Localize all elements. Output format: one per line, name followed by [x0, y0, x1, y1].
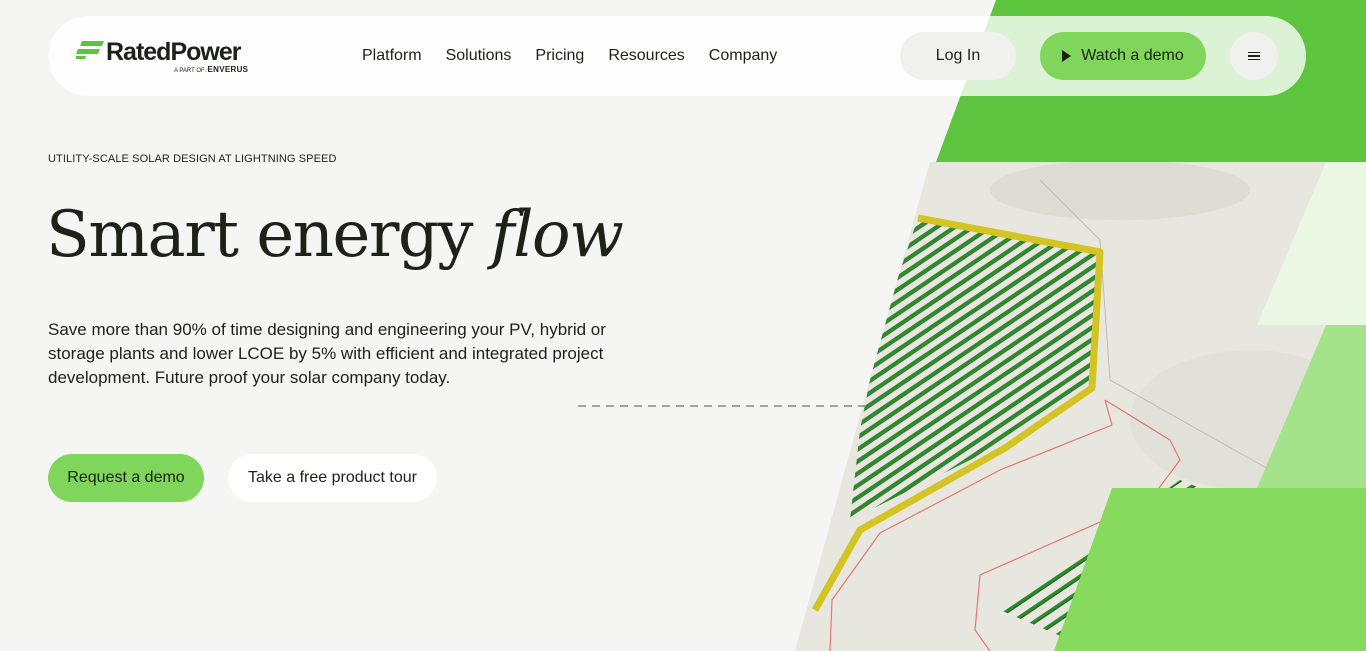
- logo-sub-prefix: A PART OF: [174, 68, 205, 74]
- logo-mark-icon: [76, 41, 104, 59]
- watch-demo-button[interactable]: Watch a demo: [1040, 32, 1206, 80]
- hero-description: Save more than 90% of time designing and…: [48, 320, 606, 387]
- play-icon: [1062, 50, 1072, 62]
- nav-item-platform[interactable]: Platform: [362, 47, 422, 65]
- ratedpower-logo[interactable]: RatedPower A PART OF ∕ENVERUS: [76, 38, 248, 74]
- site-header: RatedPower A PART OF ∕ENVERUS Platform S…: [48, 16, 1306, 96]
- hero-eyebrow: UTILITY-SCALE SOLAR DESIGN AT LIGHTNING …: [48, 153, 337, 165]
- request-demo-button[interactable]: Request a demo: [48, 454, 204, 502]
- nav-item-resources[interactable]: Resources: [608, 47, 684, 65]
- nav-item-solutions[interactable]: Solutions: [446, 47, 512, 65]
- hamburger-icon: [1248, 52, 1260, 60]
- login-button-label: Log In: [935, 47, 981, 64]
- logo-subtitle: A PART OF ∕ENVERUS: [174, 65, 248, 74]
- product-tour-label: Take a free product tour: [248, 469, 417, 486]
- hero-title-emphasis: flow: [490, 198, 624, 272]
- logo-sub-brand: ENVERUS: [207, 65, 249, 74]
- watch-demo-label: Watch a demo: [1081, 47, 1184, 64]
- menu-button[interactable]: [1230, 32, 1278, 80]
- logo-wordmark: RatedPower: [106, 38, 241, 66]
- nav-item-pricing[interactable]: Pricing: [535, 47, 584, 65]
- hero-title: Smart energy flow: [46, 198, 624, 272]
- product-tour-button[interactable]: Take a free product tour: [228, 454, 437, 502]
- login-button[interactable]: Log In: [900, 32, 1016, 80]
- hero-title-main: Smart energy: [46, 198, 491, 272]
- request-demo-label: Request a demo: [67, 469, 185, 486]
- main-nav: Platform Solutions Pricing Resources Com…: [362, 47, 777, 65]
- nav-item-company[interactable]: Company: [709, 47, 777, 65]
